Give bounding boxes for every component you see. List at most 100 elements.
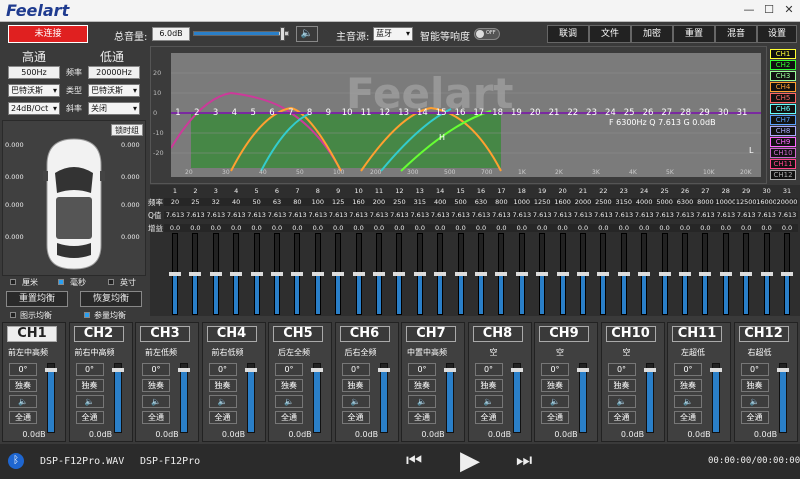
channel-volume-slider[interactable] <box>710 363 722 433</box>
solo-button[interactable]: 独奏 <box>740 379 769 392</box>
eq-gain-value[interactable]: 0.0 <box>368 224 390 232</box>
solo-button[interactable]: 独奏 <box>341 379 370 392</box>
channel-volume-slider[interactable] <box>643 363 656 433</box>
eq-gain-value[interactable]: 0.0 <box>286 224 309 232</box>
eq-freq-value[interactable]: 20 <box>164 198 186 206</box>
channel-volume-slider[interactable] <box>444 363 456 433</box>
eq-band-number[interactable]: 20 <box>552 187 574 195</box>
channel-select-button[interactable]: CH5 <box>273 326 323 342</box>
eq-freq-value[interactable]: 500 <box>449 198 472 206</box>
eq-q-value[interactable]: 7.613 <box>755 211 778 219</box>
eq-q-value[interactable]: 7.613 <box>286 211 309 219</box>
channel-volume-slider[interactable] <box>178 363 190 433</box>
eq-gain-value[interactable]: 0.0 <box>551 224 574 232</box>
eq-band-number[interactable]: 26 <box>674 187 696 195</box>
lowpass-freq-input[interactable]: 20000Hz <box>88 66 140 79</box>
previous-icon[interactable]: ⏮ <box>406 450 422 471</box>
band-marker[interactable]: 3 <box>209 108 223 118</box>
eq-gain-slider[interactable] <box>740 233 753 315</box>
legend-ch6[interactable]: CH6 <box>770 104 796 114</box>
eq-gain-value[interactable]: 0.0 <box>653 224 676 232</box>
band-marker[interactable]: 24 <box>603 108 617 118</box>
eq-freq-value[interactable]: 8000 <box>694 198 717 206</box>
delay-value[interactable]: 0.000 <box>5 173 24 181</box>
encrypt-button[interactable]: 加密 <box>631 25 673 43</box>
band-marker[interactable]: 19 <box>509 108 523 118</box>
allpass-button[interactable]: 全通 <box>208 411 237 424</box>
eq-gain-value[interactable]: 0.0 <box>612 224 635 232</box>
band-marker[interactable]: 18 <box>491 108 505 118</box>
eq-q-value[interactable]: 7.613 <box>531 211 554 219</box>
eq-q-value[interactable]: 7.613 <box>327 211 350 219</box>
delay-value[interactable]: 0.000 <box>121 233 140 241</box>
eq-gain-slider[interactable] <box>719 233 732 315</box>
phase-button[interactable]: 0° <box>740 363 769 376</box>
eq-gain-value[interactable]: 0.0 <box>490 224 513 232</box>
eq-freq-value[interactable]: 6300 <box>674 198 696 206</box>
eq-freq-value[interactable]: 1000 <box>510 198 533 206</box>
eq-gain-value[interactable]: 0.0 <box>184 224 207 232</box>
mute-icon[interactable]: 🔈 <box>9 395 37 408</box>
eq-gain-value[interactable]: 0.0 <box>449 224 472 232</box>
mute-icon[interactable]: 🔈 <box>208 395 237 408</box>
channel-volume-slider[interactable] <box>111 363 124 433</box>
eq-gain-value[interactable]: 0.0 <box>306 224 329 232</box>
eq-gain-slider[interactable] <box>413 233 426 315</box>
eq-gain-slider[interactable] <box>393 233 406 315</box>
eq-gain-value[interactable]: 0.0 <box>225 224 248 232</box>
channel-select-button[interactable]: CH6 <box>339 326 390 342</box>
mute-icon[interactable]: 🔈 <box>408 395 436 408</box>
eq-freq-value[interactable]: 5000 <box>653 198 676 206</box>
next-icon[interactable]: ⏭ <box>516 450 532 471</box>
mute-icon[interactable]: 🔈 <box>341 395 370 408</box>
eq-q-value[interactable]: 7.613 <box>653 211 676 219</box>
channel-volume-slider[interactable] <box>311 363 323 433</box>
channel-label[interactable]: 空 <box>471 347 517 358</box>
band-marker[interactable]: 27 <box>660 108 674 118</box>
eq-gain-value[interactable]: 0.0 <box>470 224 492 232</box>
band-marker[interactable]: 2 <box>190 108 204 118</box>
eq-freq-value[interactable]: 16000 <box>755 198 778 206</box>
delay-value[interactable]: 0.000 <box>5 201 24 209</box>
eq-freq-value[interactable]: 3150 <box>612 198 635 206</box>
source-select[interactable]: 蓝牙 <box>373 27 413 41</box>
eq-gain-slider[interactable] <box>189 233 202 315</box>
channel-select-button[interactable]: CH7 <box>406 326 456 342</box>
band-marker[interactable]: 5 <box>246 108 260 118</box>
eq-gain-slider[interactable] <box>577 233 589 315</box>
eq-freq-value[interactable]: 80 <box>286 198 309 206</box>
highpass-slope-select[interactable]: 24dB/Oct <box>8 102 60 115</box>
eq-q-value[interactable]: 7.613 <box>368 211 390 219</box>
band-marker[interactable]: 4 <box>227 108 241 118</box>
lowpass-type-select[interactable]: 巴特沃斯 <box>88 84 140 97</box>
eq-freq-value[interactable]: 4000 <box>633 198 656 206</box>
eq-gain-slider[interactable] <box>373 233 385 315</box>
eq-gain-slider[interactable] <box>475 233 487 315</box>
mute-icon[interactable]: 🔈 <box>740 395 769 408</box>
unit-ms-checkbox[interactable] <box>58 279 64 285</box>
channel-volume-slider[interactable] <box>377 363 390 433</box>
eq-gain-value[interactable]: 0.0 <box>572 224 594 232</box>
reset-eq-button[interactable]: 重置均衡 <box>6 291 68 307</box>
eq-band-number[interactable]: 28 <box>715 187 737 195</box>
parametric-eq-checkbox[interactable] <box>84 312 90 318</box>
eq-q-value[interactable]: 7.613 <box>714 211 737 219</box>
band-marker[interactable]: 30 <box>716 108 730 118</box>
legend-ch2[interactable]: CH2 <box>770 60 796 70</box>
eq-freq-value[interactable]: 100 <box>306 198 329 206</box>
channel-select-button[interactable]: CH10 <box>605 326 656 342</box>
eq-freq-value[interactable]: 32 <box>204 198 227 206</box>
solo-button[interactable]: 独奏 <box>474 379 503 392</box>
allpass-button[interactable]: 全通 <box>607 411 636 424</box>
eq-gain-slider[interactable] <box>781 233 793 315</box>
solo-button[interactable]: 独奏 <box>541 379 569 392</box>
eq-gain-slider[interactable] <box>658 233 671 315</box>
master-volume-value[interactable]: 6.0dB <box>152 27 190 41</box>
phase-button[interactable]: 0° <box>474 363 503 376</box>
eq-band-number[interactable]: 17 <box>490 187 512 195</box>
eq-gain-slider[interactable] <box>291 233 304 315</box>
channel-label[interactable]: 中置中高频 <box>404 347 450 358</box>
delay-value[interactable]: 0.000 <box>121 173 140 181</box>
unit-cm-checkbox[interactable] <box>10 279 16 285</box>
band-marker[interactable]: 31 <box>735 108 749 118</box>
